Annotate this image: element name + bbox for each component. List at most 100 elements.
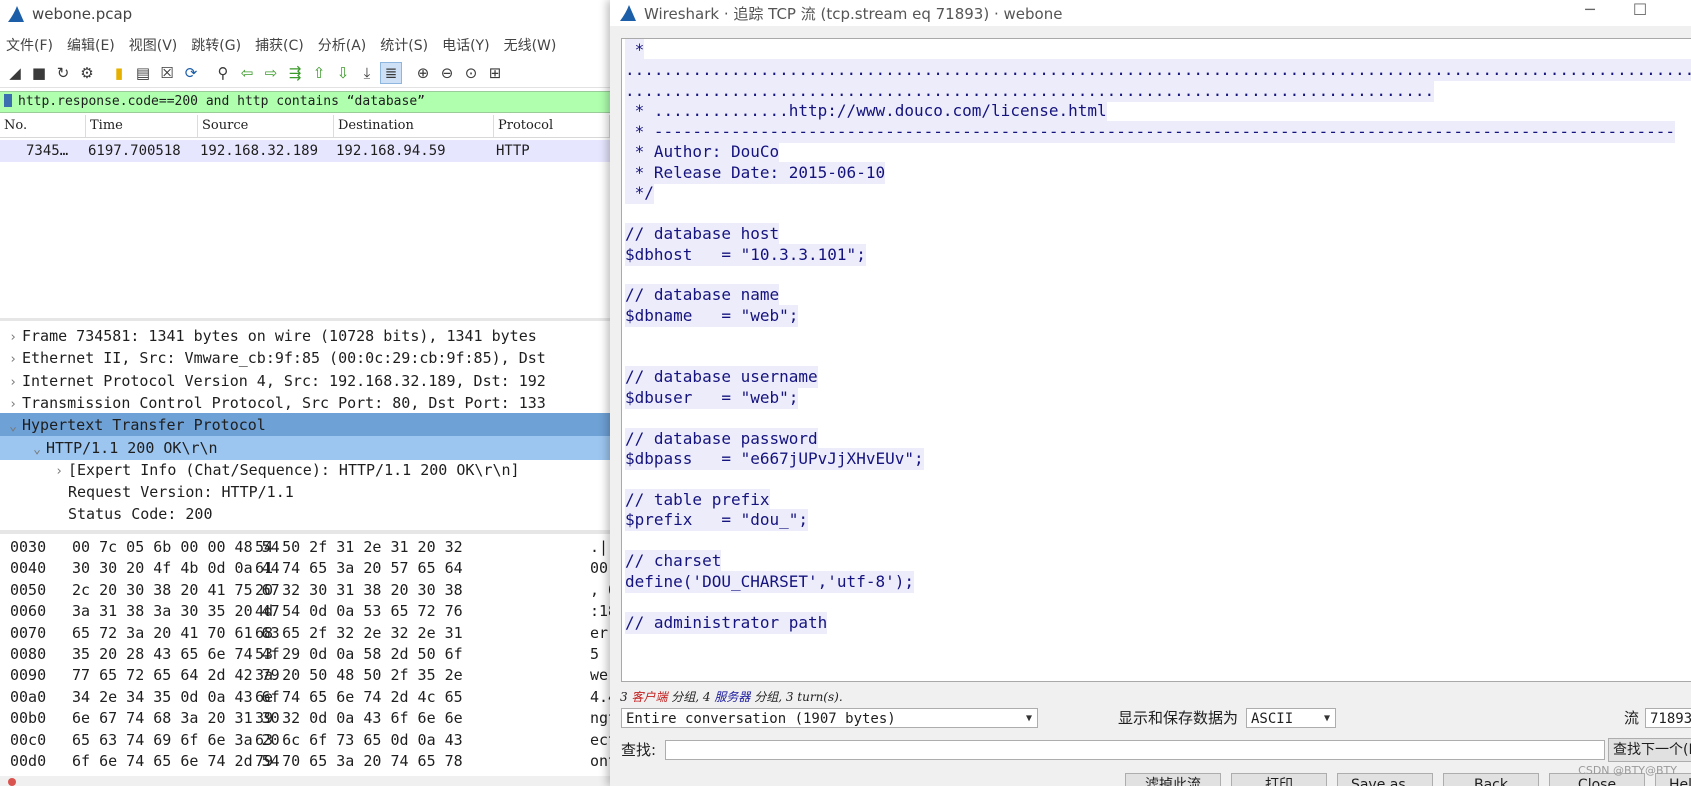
tree-item[interactable]: Request Version: HTTP/1.1: [0, 480, 610, 504]
hex-row[interactable]: 0080 35 20 28 43 65 6e 74 4f 53 29 0d 0a 5…: [0, 643, 610, 665]
hex-offset: 00b0: [10, 709, 47, 728]
stream-line: // charset: [625, 550, 722, 573]
tree-item[interactable]: › [Expert Info (Chat/Sequence): HTTP/1.1 …: [0, 458, 610, 482]
follow-tcp-stream-window: Wireshark · 追踪 TCP 流 (tcp.stream eq 7189…: [610, 0, 1691, 786]
menu-item[interactable]: 视图(V): [123, 34, 186, 58]
stream-line: $dbhost = "10.3.3.101";: [625, 243, 866, 266]
hex-row[interactable]: 0050 2c 20 30 38 20 41 75 67 20 32 30 31 3…: [0, 579, 610, 601]
menu-item[interactable]: 无线(W): [498, 34, 565, 58]
find-input[interactable]: [665, 740, 1605, 760]
find-packet-icon[interactable]: ⚲: [212, 62, 234, 84]
hex-ascii: ect: [590, 730, 610, 749]
tree-item[interactable]: ⌄ HTTP/1.1 200 OK\r\n: [0, 435, 610, 460]
hex-row[interactable]: 0030 00 7c 05 6b 00 00 48 54 54 50 2f 31 2…: [0, 536, 610, 558]
filter-out-stream-button[interactable]: 滤掉此流: [1125, 773, 1221, 786]
expert-info-icon[interactable]: [8, 778, 16, 786]
hex-row[interactable]: 00c0 65 63 74 69 6f 6e 3a 20 63 6c 6f 73 6…: [0, 729, 610, 751]
tree-item[interactable]: › Internet Protocol Version 4, Src: 192.1…: [0, 369, 610, 393]
conversation-select-value: Entire conversation (1907 bytes): [626, 711, 896, 727]
open-file-icon[interactable]: ▮: [108, 62, 130, 84]
print-button[interactable]: 打印: [1231, 773, 1327, 786]
save-as-button[interactable]: Save as...: [1337, 773, 1433, 786]
stream-line: // database host: [625, 223, 780, 246]
packet-no: 7345…: [26, 143, 69, 159]
stream-number-value: 71893: [1650, 711, 1691, 727]
column-destination[interactable]: Destination: [334, 115, 494, 137]
menu-item[interactable]: 捕获(C): [249, 34, 312, 58]
maximize-icon[interactable]: ☐: [1620, 0, 1660, 26]
menu-item[interactable]: 电话(Y): [436, 34, 497, 58]
column-no[interactable]: No.: [0, 115, 86, 137]
menu-item[interactable]: 统计(S): [374, 34, 436, 58]
tree-item[interactable]: ⌄ Hypertext Transfer Protocol: [0, 413, 610, 438]
tree-item[interactable]: Status Code: 200: [0, 502, 610, 526]
hex-row[interactable]: 0040 30 30 20 4f 4b 0d 0a 44 61 74 65 3a 2…: [0, 557, 610, 579]
restart-capture-icon[interactable]: ↻: [52, 62, 74, 84]
packet-source: 192.168.32.189: [200, 143, 319, 159]
back-button[interactable]: Back: [1443, 773, 1539, 786]
normal-size-icon[interactable]: ⊙: [460, 62, 482, 84]
hex-ascii: ont: [590, 752, 610, 770]
bookmark-icon[interactable]: [4, 94, 12, 107]
pane-splitter[interactable]: [0, 318, 610, 321]
menu-item[interactable]: 跳转(G): [185, 34, 249, 58]
reload-file-icon[interactable]: ⟳: [180, 62, 202, 84]
display-filter-input[interactable]: http.response.code==200 and http contain…: [18, 94, 425, 109]
close-file-icon[interactable]: ☒: [156, 62, 178, 84]
resize-columns-icon[interactable]: ⊞: [484, 62, 506, 84]
first-packet-icon[interactable]: ⇧: [308, 62, 330, 84]
hex-row[interactable]: 00a0 34 2e 34 35 0d 0a 43 6f 6e 74 65 6e 7…: [0, 686, 610, 708]
go-forward-icon[interactable]: ⇨: [260, 62, 282, 84]
packet-protocol: HTTP: [496, 143, 530, 159]
stream-content-area[interactable]: *.......................................…: [621, 38, 1691, 682]
hex-bytes: 65 63 74 69 6f 6e 3a 20: [72, 730, 280, 749]
hex-row[interactable]: 00b0 6e 67 74 68 3a 20 31 30 39 32 0d 0a 4…: [0, 707, 610, 729]
main-titlebar: webone.pcap: [0, 0, 610, 28]
hex-row[interactable]: 00d0 6f 6e 74 65 6e 74 2d 54 79 70 65 3a 2…: [0, 750, 610, 772]
hex-ascii: 5 (: [590, 645, 610, 663]
find-next-button[interactable]: 查找下一个(N): [1608, 738, 1691, 762]
tree-item[interactable]: › Frame 734581: 1341 bytes on wire (10728…: [0, 324, 610, 348]
tree-item[interactable]: › Ethernet II, Src: Vmware_cb:9f:85 (00:0…: [0, 346, 610, 370]
conversation-select[interactable]: Entire conversation (1907 bytes) ▼: [621, 708, 1038, 728]
find-label: 查找:: [621, 741, 657, 759]
display-filter-bar[interactable]: http.response.code==200 and http contain…: [0, 91, 610, 113]
column-protocol[interactable]: Protocol: [494, 115, 610, 137]
hex-bytes: 2c 20 30 38 20 41 75 67: [72, 580, 280, 599]
minimize-icon[interactable]: ─: [1570, 0, 1610, 26]
menu-item[interactable]: 编辑(E): [61, 34, 123, 58]
hex-row[interactable]: 0070 65 72 3a 20 41 70 61 63 68 65 2f 32 2…: [0, 622, 610, 644]
stream-line: // database username: [625, 366, 818, 389]
capture-options-icon[interactable]: ⚙: [76, 62, 98, 84]
go-back-icon[interactable]: ⇦: [236, 62, 258, 84]
colorize-icon[interactable]: ≣: [380, 62, 402, 84]
stream-number-spinbox[interactable]: 71893: [1645, 708, 1691, 728]
stream-line: // administrator path: [625, 611, 828, 634]
autoscroll-icon[interactable]: ⤓: [356, 62, 378, 84]
pane-splitter[interactable]: [0, 530, 610, 534]
zoom-in-icon[interactable]: ⊕: [412, 62, 434, 84]
column-time[interactable]: Time: [86, 115, 198, 137]
zoom-out-icon[interactable]: ⊖: [436, 62, 458, 84]
show-as-select[interactable]: ASCII ▼: [1246, 708, 1336, 728]
hex-bytes: 6e 67 74 68 3a 20 31 30: [72, 709, 280, 728]
last-packet-icon[interactable]: ⇩: [332, 62, 354, 84]
menubar: 文件(F) 编辑(E) 视图(V) 跳转(G) 捕获(C) 分析(A) 统计(S) 电话(Y)…: [0, 34, 564, 58]
hex-ascii: :18: [590, 602, 610, 621]
go-to-packet-icon[interactable]: ⇶: [284, 62, 306, 84]
hex-ascii: er:: [590, 623, 610, 642]
hex-row[interactable]: 0090 77 65 72 65 64 2d 42 79 3a 20 50 48 5…: [0, 664, 610, 686]
packet-row[interactable]: 7345… 6197.700518 192.168.32.189 192.168…: [0, 140, 610, 162]
hex-bytes: 00 7c 05 6b 00 00 48 54: [72, 538, 280, 556]
start-capture-icon[interactable]: ◢: [4, 62, 26, 84]
save-file-icon[interactable]: ▤: [132, 62, 154, 84]
menu-item[interactable]: 分析(A): [312, 34, 375, 58]
menu-item[interactable]: 文件(F): [0, 34, 61, 58]
column-source[interactable]: Source: [198, 115, 334, 137]
hex-row[interactable]: 0060 3a 31 38 3a 30 35 20 47 4d 54 0d 0a 5…: [0, 600, 610, 622]
stream-line: $dbname = "web";: [625, 304, 799, 327]
tree-item[interactable]: › Transmission Control Protocol, Src Port…: [0, 391, 610, 415]
chevron-down-icon: ▼: [1323, 713, 1330, 724]
stop-capture-icon[interactable]: ■: [28, 62, 50, 84]
packet-destination: 192.168.94.59: [336, 143, 446, 159]
